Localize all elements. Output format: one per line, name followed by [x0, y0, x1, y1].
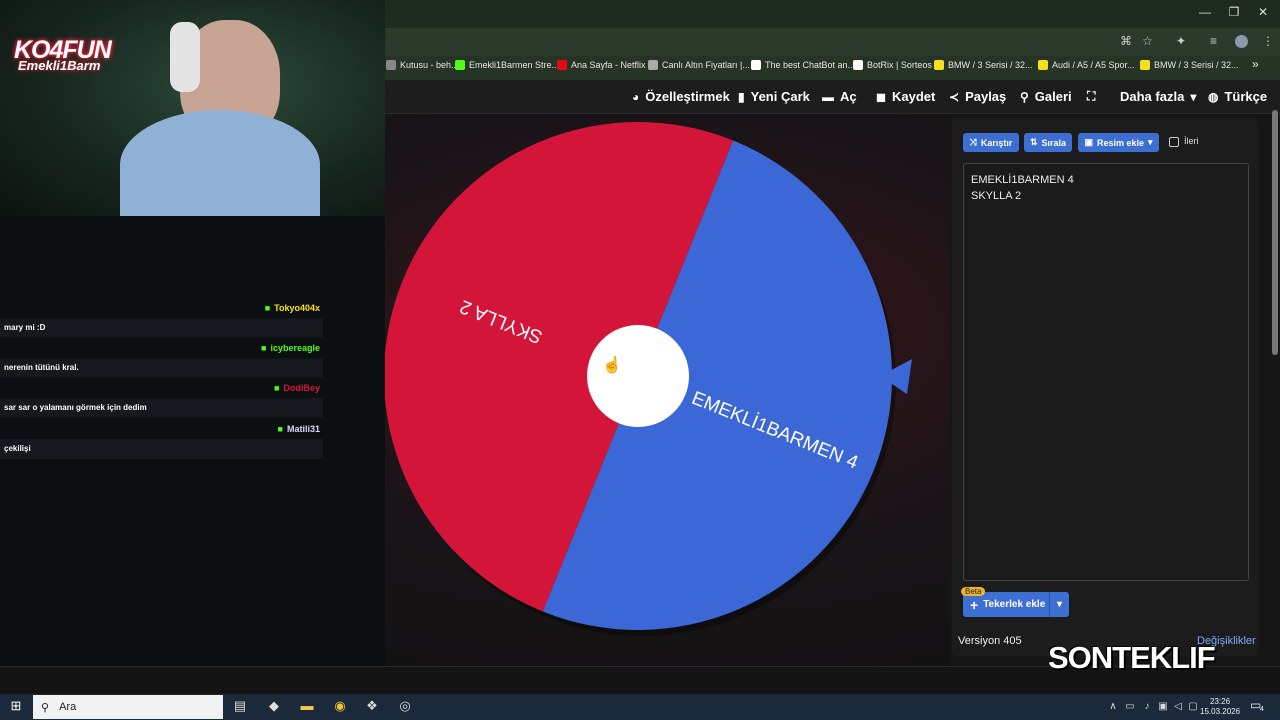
- save-icon: ◼: [876, 89, 886, 104]
- caret-down-icon[interactable]: ▾: [1048, 592, 1069, 617]
- globe-icon: ◍: [1208, 89, 1219, 104]
- notification-count: 4: [1260, 706, 1264, 713]
- spin-wheel[interactable]: SKYLLA 2EMEKLİ1BARMEN 4☝: [380, 114, 940, 644]
- folder-icon: ▬: [822, 89, 834, 104]
- system-clock[interactable]: 23:26 15.03.2026: [1200, 697, 1240, 717]
- share-button[interactable]: ≺ Paylaş: [949, 89, 1006, 104]
- beta-badge: Beta: [961, 587, 986, 596]
- entry-line: SKYLLA 2: [971, 190, 1022, 202]
- bookmarks-more-button[interactable]: »: [1252, 57, 1259, 71]
- bookmark-item[interactable]: BMW / 3 Serisi / 32...: [1140, 60, 1239, 70]
- close-window-button[interactable]: ✕: [1248, 5, 1278, 19]
- streamer-shirt: [120, 110, 320, 216]
- bookmark-item[interactable]: BMW / 3 Serisi / 32...: [934, 60, 1033, 70]
- profile-avatar[interactable]: [1235, 35, 1248, 48]
- plus-icon: +: [970, 596, 979, 613]
- bookmark-item[interactable]: BotRix | Sorteos: [853, 60, 932, 70]
- channel-logo-sub: Emekli1Barm: [18, 58, 101, 73]
- image-icon: ▣: [1084, 137, 1093, 147]
- bookmark-star-icon[interactable]: ☆: [1142, 34, 1153, 48]
- kick-badge-icon: ■: [277, 424, 283, 434]
- search-icon: ⚲: [41, 701, 50, 714]
- caret-down-icon: ▾: [1148, 137, 1153, 147]
- add-image-button[interactable]: ▣ Resim ekle ▾: [1078, 133, 1159, 152]
- chat-username[interactable]: ■ DodiBey: [274, 383, 320, 393]
- bookmark-favicon-icon: [1140, 60, 1150, 70]
- chat-username[interactable]: ■ icybereagle: [261, 343, 320, 353]
- windows-start-icon[interactable]: ⊞: [6, 698, 26, 714]
- bookmark-item[interactable]: Audi / A5 / A5 Spor...: [1038, 60, 1135, 70]
- file-explorer-icon[interactable]: ▬: [297, 698, 317, 713]
- headphones: [170, 22, 200, 92]
- bookmark-favicon-icon: [934, 60, 944, 70]
- media-icon[interactable]: ≡: [1210, 34, 1217, 48]
- bookmark-item[interactable]: Ana Sayfa - Netflix: [557, 60, 646, 70]
- bookmark-favicon-icon: [386, 60, 396, 70]
- watermark-logo: SONTEKLIF: [1048, 640, 1216, 675]
- chat-message: sar sar o yalamanı görmek için dedim: [0, 398, 323, 418]
- task-view-icon[interactable]: ▤: [230, 698, 250, 714]
- restore-button[interactable]: ❐: [1219, 5, 1249, 19]
- gallery-button[interactable]: ⚲ Galeri: [1020, 89, 1072, 104]
- new-file-icon: ▮: [738, 89, 745, 104]
- sort-icon: ⇅: [1029, 137, 1038, 147]
- hand-cursor-icon: ☝: [602, 355, 622, 374]
- app-icon[interactable]: ◆: [264, 698, 284, 714]
- kick-badge-icon: ■: [261, 343, 267, 353]
- caret-down-icon: ▾: [1190, 89, 1197, 104]
- advanced-label: İleri: [1184, 136, 1199, 146]
- bookmark-item[interactable]: Kutusu - beh...: [386, 60, 459, 70]
- advanced-checkbox[interactable]: [1169, 137, 1179, 147]
- wheel-center-button[interactable]: [587, 325, 689, 427]
- bookmark-item[interactable]: Emekli1Barmen Stre...: [455, 60, 559, 70]
- shuffle-icon: ⤨: [969, 137, 977, 147]
- bookmark-favicon-icon: [1038, 60, 1048, 70]
- chat-message: çekilişi: [0, 439, 323, 459]
- fullscreen-icon: ⛶: [1087, 89, 1096, 103]
- new-wheel-button[interactable]: ▮ Yeni Çark: [738, 89, 810, 104]
- fullscreen-button[interactable]: ⛶: [1087, 89, 1095, 104]
- translate-icon[interactable]: ⌘: [1120, 34, 1132, 48]
- scrollbar-thumb[interactable]: [1272, 110, 1278, 355]
- sort-button[interactable]: ⇅ Sırala: [1024, 133, 1072, 152]
- entries-textarea[interactable]: EMEKLİ1BARMEN 4 SKYLLA 2: [963, 163, 1249, 581]
- version-label: Versiyon 405: [958, 635, 1022, 647]
- chat-message: nerenin tütünü kral.: [0, 358, 323, 378]
- minimize-button[interactable]: —: [1190, 5, 1220, 19]
- more-menu-button[interactable]: Daha fazla ▾: [1120, 89, 1196, 104]
- chat-message: mary mi :D: [0, 318, 323, 338]
- search-icon: ⚲: [1020, 89, 1029, 104]
- app-icon[interactable]: ❖: [362, 698, 382, 714]
- shuffle-button[interactable]: ⤨ Karıştır: [963, 133, 1019, 152]
- open-button[interactable]: ▬ Aç: [822, 89, 857, 104]
- bookmark-favicon-icon: [853, 60, 863, 70]
- extensions-icon[interactable]: ✦: [1176, 34, 1186, 48]
- webcam-feed: [0, 0, 385, 216]
- menu-dots-icon[interactable]: ⋮: [1262, 34, 1274, 48]
- save-button[interactable]: ◼ Kaydet: [876, 89, 935, 104]
- chrome-icon[interactable]: ◉: [330, 698, 350, 714]
- kick-badge-icon: ■: [274, 383, 280, 393]
- customize-button[interactable]: ◕ Özelleştirmek: [632, 89, 730, 104]
- bookmark-item[interactable]: The best ChatBot an...: [751, 60, 855, 70]
- share-icon: ≺: [949, 89, 960, 104]
- bookmark-favicon-icon: [751, 60, 761, 70]
- bookmark-item[interactable]: Canlı Altın Fiyatları |...: [648, 60, 750, 70]
- bookmark-favicon-icon: [455, 60, 465, 70]
- chat-username[interactable]: ■ Matili31: [278, 424, 320, 434]
- bookmark-favicon-icon: [557, 60, 567, 70]
- taskbar-search[interactable]: ⚲ Ara: [33, 695, 223, 719]
- chat-username[interactable]: ■ Tokyo404x: [265, 303, 320, 313]
- language-button[interactable]: ◍ Türkçe: [1208, 89, 1267, 104]
- kick-badge-icon: ■: [264, 303, 271, 313]
- bookmark-favicon-icon: [648, 60, 658, 70]
- obs-icon[interactable]: ◎: [395, 698, 415, 714]
- palette-icon: ◕: [632, 89, 640, 104]
- entry-line: EMEKLİ1BARMEN 4: [971, 174, 1074, 186]
